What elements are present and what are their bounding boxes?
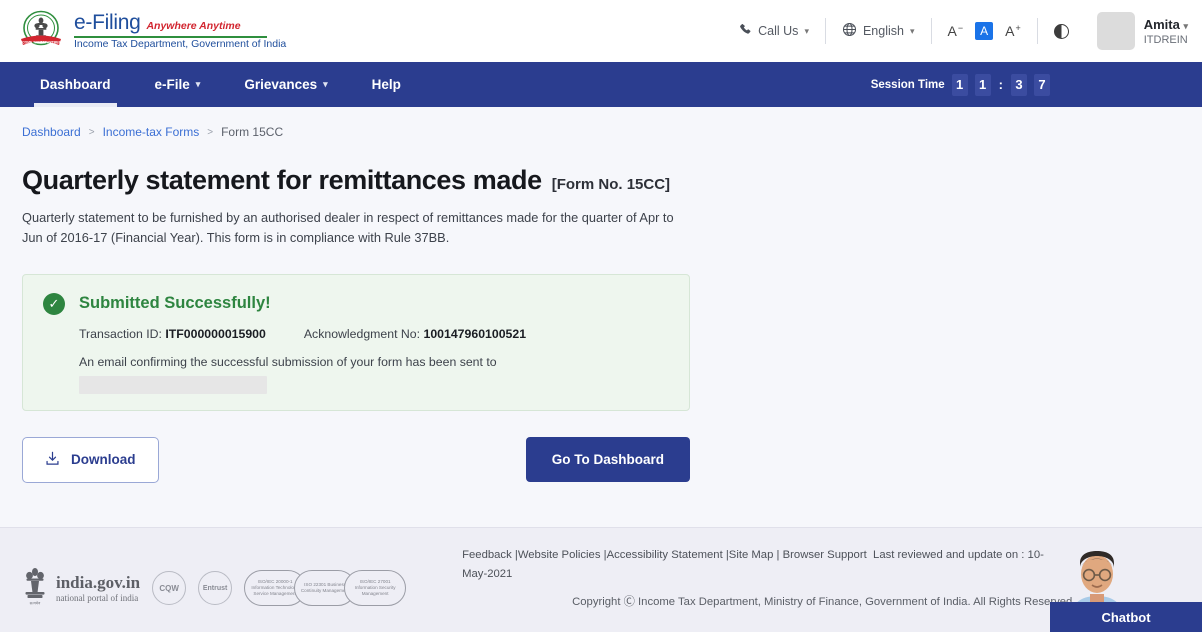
call-us-menu[interactable]: Call Us ▾ (723, 23, 825, 39)
nav-item-help[interactable]: Help (350, 62, 423, 107)
session-digit: 1 (951, 73, 968, 96)
session-digit: 1 (974, 73, 991, 96)
chevron-down-icon: ▾ (195, 79, 201, 89)
nav-item-efile[interactable]: e-File ▾ (133, 62, 223, 107)
header-controls: Call Us ▾ English ▾ A − A A + Amita ▾ IT… (723, 0, 1188, 62)
chevron-down-icon: ▾ (909, 25, 915, 36)
session-timer-label: Session Time (870, 78, 945, 91)
main-content: Dashboard > Income-tax Forms > Form 15CC… (0, 107, 1202, 483)
footer-links: Feedback |Website Policies |Accessibilit… (462, 549, 1044, 580)
acknowledgment-label: Acknowledgment No: (303, 326, 421, 341)
text-size-controls: A − A A + (932, 22, 1037, 40)
footer-link-site-map[interactable]: Site Map (729, 549, 774, 561)
chevron-down-icon: ▾ (1183, 20, 1188, 31)
decrease-text-size-button[interactable]: A − (948, 24, 964, 39)
breadcrumb-item-dashboard[interactable]: Dashboard (22, 125, 81, 139)
main-navigation: Dashboard e-File ▾ Grievances ▾ Help Ses… (0, 62, 1202, 107)
success-title: Submitted Successfully! (79, 294, 271, 313)
form-number: [Form No. 15CC] (551, 176, 671, 193)
nav-item-grievances[interactable]: Grievances ▾ (222, 62, 349, 107)
entrust-badge-icon: Entrust (198, 571, 233, 605)
user-id: ITDREIN (1143, 33, 1188, 46)
avatar (1096, 12, 1135, 50)
footer-link-browser-support[interactable]: Browser Support (783, 549, 867, 561)
page-title-row: Quarterly statement for remittances made… (22, 165, 1182, 196)
call-us-label: Call Us (758, 24, 799, 38)
page-description: Quarterly statement to be furnished by a… (22, 210, 674, 245)
contrast-toggle-button[interactable] (1038, 23, 1085, 39)
india-emblem-icon: INCOME TAX DEPARTMENT (18, 8, 64, 54)
footer-link-feedback[interactable]: Feedback (462, 549, 512, 561)
brand-logo[interactable]: INCOME TAX DEPARTMENT e-Filing Anywhere … (18, 8, 286, 54)
redacted-email-value (79, 375, 267, 394)
increase-text-size-button[interactable]: A + (1005, 24, 1021, 39)
acknowledgment-value: 100147960100521 (423, 326, 527, 341)
site-footer: सत्यमेव india.gov.in national portal of … (0, 527, 1202, 632)
breadcrumb-separator: > (207, 126, 214, 138)
footer-logos: सत्यमेव india.gov.in national portal of … (22, 544, 407, 632)
transaction-id-value: ITF000000015900 (165, 326, 266, 341)
site-header: INCOME TAX DEPARTMENT e-Filing Anywhere … (0, 0, 1202, 62)
transaction-id-row: Transaction ID: ITF000000015900 (79, 327, 266, 341)
contrast-icon (1053, 23, 1069, 39)
nav-item-dashboard[interactable]: Dashboard (18, 62, 133, 107)
chevron-down-icon: ▾ (323, 79, 328, 89)
ashoka-emblem-icon: सत्यमेव (22, 565, 48, 612)
nav-label: e-File (154, 77, 190, 92)
language-label: English (862, 24, 904, 38)
svg-text:INCOME TAX DEPARTMENT: INCOME TAX DEPARTMENT (19, 40, 63, 44)
session-digit: 7 (1034, 73, 1050, 96)
chevron-down-icon: ▾ (804, 25, 809, 36)
cqw-badge-icon: CQW (152, 571, 187, 605)
brand-department: Income Tax Department, Government of Ind… (74, 38, 287, 51)
footer-link-accessibility-statement[interactable]: Accessibility Statement (607, 549, 723, 561)
phone-icon (739, 23, 752, 39)
download-icon (45, 451, 60, 469)
action-buttons: Download Go To Dashboard (22, 436, 690, 483)
download-label: Download (71, 452, 136, 468)
brand-tagline: Anywhere Anytime (146, 19, 241, 32)
success-panel: ✓ Submitted Successfully! Transaction ID… (22, 273, 690, 411)
breadcrumb-separator: > (88, 126, 95, 138)
chatbot-widget[interactable]: Chatbot (1050, 545, 1202, 632)
india-gov-title: india.gov.in (56, 573, 141, 592)
footer-link-website-policies[interactable]: Website Policies (518, 549, 601, 561)
svg-text:सत्यमेव: सत्यमेव (30, 600, 42, 605)
session-timer: Session Time 1 1 : 3 7 (870, 73, 1202, 96)
nav-label: Dashboard (40, 77, 111, 92)
breadcrumb-item-current: Form 15CC (221, 125, 284, 139)
session-digit: 3 (1011, 73, 1027, 96)
chatbot-button[interactable]: Chatbot (1050, 602, 1202, 632)
email-confirmation-note: An email confirming the successful submi… (79, 354, 497, 369)
normal-text-size-button[interactable]: A (975, 22, 994, 40)
breadcrumb-item-income-tax-forms[interactable]: Income-tax Forms (103, 125, 200, 139)
india-gov-subtitle: national portal of india (56, 593, 139, 603)
transaction-id-label: Transaction ID: (79, 326, 162, 341)
check-circle-icon: ✓ (43, 292, 65, 315)
nav-label: Help (371, 77, 401, 92)
india-gov-logo[interactable]: सत्यमेव india.gov.in national portal of … (22, 565, 140, 612)
page-title: Quarterly statement for remittances made (22, 165, 542, 195)
nav-label: Grievances (244, 77, 318, 92)
user-menu[interactable]: Amita ▾ ITDREIN (1085, 12, 1188, 50)
acknowledgment-row: Acknowledgment No: 100147960100521 (304, 327, 526, 341)
breadcrumb: Dashboard > Income-tax Forms > Form 15CC (22, 125, 1182, 139)
session-colon: : (998, 77, 1003, 92)
user-name: Amita ▾ (1143, 16, 1188, 32)
download-button[interactable]: Download (22, 436, 159, 483)
iso-certification-badges: ISO/IEC 20000-1 Information Technology S… (244, 570, 407, 606)
iso-badge: ISO/IEC 27001 Information Security Manag… (344, 570, 407, 606)
language-menu[interactable]: English ▾ (826, 22, 931, 40)
go-to-dashboard-button[interactable]: Go To Dashboard (525, 437, 690, 483)
globe-icon (842, 22, 857, 40)
brand-name: e-Filing (74, 10, 141, 34)
